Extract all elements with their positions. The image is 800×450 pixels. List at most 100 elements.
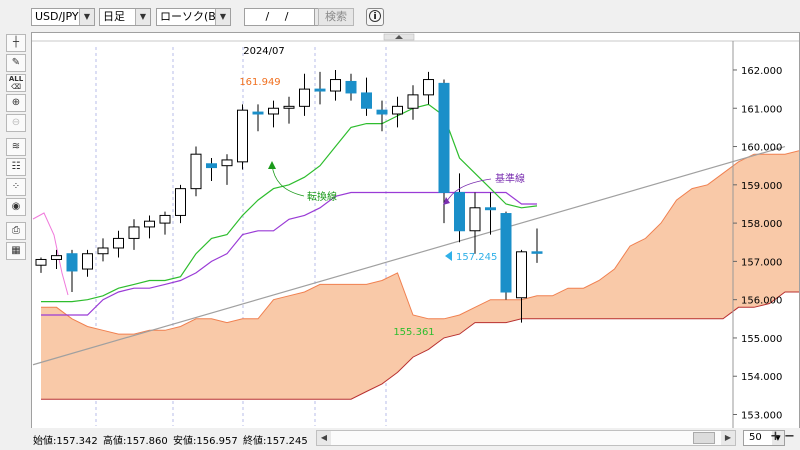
high-value: 157.860: [126, 436, 168, 447]
candle-up: [516, 251, 527, 299]
scroll-right-icon[interactable]: ▶: [721, 431, 735, 445]
candle-down: [345, 80, 357, 94]
high-label: 高値:: [103, 436, 127, 447]
high-stat: 高値:157.860: [103, 432, 168, 447]
candles: [35, 69, 543, 323]
candle-down: [376, 109, 388, 115]
candle-up: [469, 207, 481, 232]
scroll-left-icon[interactable]: ◀: [317, 431, 331, 445]
scroll-thumb[interactable]: [693, 432, 715, 444]
close-value: 157.245: [266, 436, 308, 447]
candlestick-chart[interactable]: 2024/07 161.949 155.361 157.245 基準線転換線 162.0…: [32, 33, 800, 429]
candle-up: [159, 214, 171, 224]
info-icon: i: [369, 10, 381, 22]
low-value: 156.957: [196, 436, 238, 447]
technical-chart-icon[interactable]: ≋: [6, 138, 26, 156]
tenkan-label: 転換線: [307, 190, 337, 203]
horizontal-scrollbar[interactable]: ◀ ▶: [316, 430, 736, 446]
period-select[interactable]: 日足 ▼: [99, 8, 151, 26]
info-button[interactable]: i: [366, 8, 384, 26]
candle-down: [361, 92, 372, 109]
grid-icon[interactable]: ⁘: [6, 178, 26, 196]
open-stat: 始値:157.342: [33, 432, 98, 447]
candle-up: [51, 255, 62, 260]
candle-up: [144, 220, 155, 228]
chevron-down-icon[interactable]: ▼: [135, 9, 150, 25]
print-icon[interactable]: ⎙: [6, 222, 26, 240]
zoom-in-icon[interactable]: ⊕: [6, 94, 26, 112]
candle-down: [252, 111, 264, 115]
current-price-label: 157.245: [456, 252, 497, 263]
price-tick-label: 160.000: [741, 143, 782, 154]
close-stat: 終値:157.245: [243, 432, 308, 447]
all-delete-icon[interactable]: ALL ⌫: [6, 74, 26, 92]
price-tick-label: 161.000: [741, 104, 782, 115]
candle-down: [66, 253, 78, 272]
tenkan-arrowhead: [268, 161, 276, 169]
close-label: 終値:: [243, 436, 267, 447]
period-value: 日足: [103, 10, 125, 23]
candle-up: [299, 88, 310, 107]
candle-up: [392, 105, 403, 115]
open-label: 始値:: [33, 436, 57, 447]
candle-up: [82, 253, 93, 270]
candle-down: [500, 213, 512, 293]
chart-panel[interactable]: 2024/07 161.949 155.361 157.245 基準線転換線 162.0…: [31, 32, 800, 430]
symbol-select[interactable]: USD/JPY ▼: [31, 8, 95, 26]
candle-up: [35, 258, 47, 266]
candle-up: [407, 94, 419, 109]
candle-down: [485, 207, 496, 211]
date-label: 2024/07: [243, 46, 285, 57]
candle-down: [206, 163, 217, 169]
zoom-in-button[interactable]: +: [770, 430, 781, 444]
kijun-label: 基準線: [495, 172, 525, 185]
candle-up: [113, 237, 124, 249]
candle-up: [268, 107, 279, 115]
chevron-down-icon[interactable]: ▼: [215, 9, 230, 25]
candle-down: [438, 82, 450, 193]
eye-icon[interactable]: ◉: [6, 198, 26, 216]
price-tick-label: 155.000: [741, 334, 782, 345]
candle-up: [237, 109, 248, 163]
date-input[interactable]: / /: [244, 8, 316, 26]
price-tick-label: 153.000: [741, 411, 782, 422]
candle-down: [454, 191, 465, 232]
open-value: 157.342: [56, 436, 98, 447]
pencil-icon[interactable]: ✎: [6, 54, 26, 72]
crosshair-icon[interactable]: ┼: [6, 34, 26, 52]
status-bar: 始値:157.342 高値:157.860 安値:156.957 終値:157.…: [31, 428, 800, 450]
all-label: ALL: [8, 75, 24, 83]
candle-up: [128, 226, 140, 239]
current-price-marker: [445, 251, 452, 261]
list-icon[interactable]: ☷: [6, 158, 26, 176]
cloud-fill: [41, 150, 800, 400]
zoom-value: 50: [749, 432, 762, 443]
price-tick-label: 156.000: [741, 296, 782, 307]
price-tick-label: 159.000: [741, 181, 782, 192]
low-stat: 安値:156.957: [173, 432, 238, 447]
sidebar: ┼ ✎ ALL ⌫ ⊕ ⊖ ≋ ☷ ⁘ ◉ ⎙ ▦: [4, 32, 26, 427]
high-price-label: 161.949: [239, 77, 280, 88]
search-button[interactable]: 検索: [318, 8, 354, 26]
candle-down: [531, 251, 543, 254]
price-tick-label: 157.000: [741, 257, 782, 268]
candle-up: [423, 79, 434, 96]
zoom-out-button[interactable]: −: [784, 430, 795, 444]
zoom-out-icon[interactable]: ⊖: [6, 114, 26, 132]
price-tick-label: 154.000: [741, 372, 782, 383]
low-price-label: 155.361: [393, 327, 434, 338]
candle-up: [283, 105, 295, 109]
ichimoku-cloud: [41, 150, 800, 400]
date-value: / /: [265, 10, 295, 23]
chevron-down-icon[interactable]: ▼: [79, 9, 94, 25]
tenkan-pointer: [271, 164, 305, 197]
calculator-icon[interactable]: ▦: [6, 242, 26, 260]
price-tick-label: 158.000: [741, 219, 782, 230]
lagging-span: [32, 212, 69, 296]
candle-up: [190, 153, 202, 190]
candle-up: [97, 247, 109, 255]
chart-type-select[interactable]: ローソク(BID) ▼: [156, 8, 231, 26]
low-label: 安値:: [173, 436, 197, 447]
candle-down: [314, 88, 326, 92]
price-tick-label: 162.000: [741, 66, 782, 77]
